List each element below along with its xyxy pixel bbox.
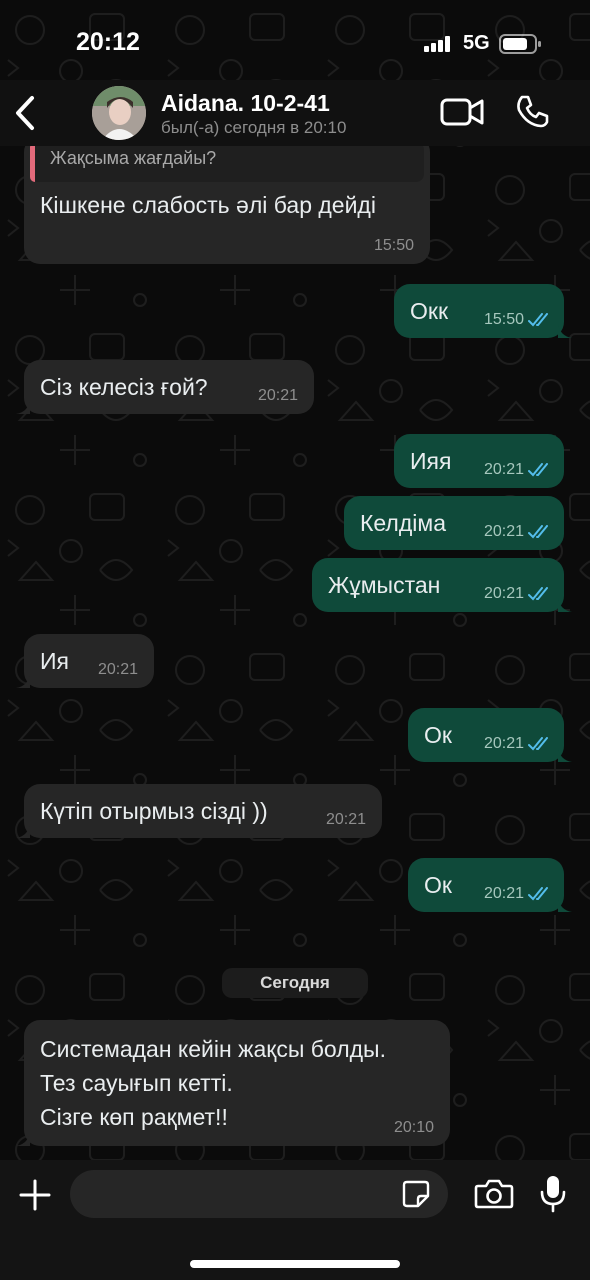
message-outgoing[interactable]: Ок 20:21 [408, 858, 572, 912]
chat-header: Aidana. 10-2-41 был(-а) сегодня в 20:10 [0, 80, 590, 146]
double-check-icon [528, 525, 548, 539]
bubble-tail [16, 674, 30, 688]
bubble-tail [558, 898, 572, 912]
message-text: Ияя [410, 448, 452, 474]
message-text: Ия [40, 648, 69, 674]
quoted-text: Жақсыма жағдайы? [50, 148, 217, 168]
bubble-tail [16, 400, 30, 414]
message-line: Сізге көп рақмет!! [40, 1104, 228, 1130]
message-outgoing[interactable]: Ияя 20:21 [394, 434, 564, 488]
bubble-tail [16, 1132, 30, 1146]
message-text: Жұмыстан [328, 572, 441, 598]
network-type: 5G [463, 32, 490, 54]
quoted-reply[interactable]: Жақсыма жағдайы? [30, 142, 424, 182]
message-text: Келдіма [360, 510, 446, 536]
bubble-tail [16, 824, 30, 838]
message-time: 20:21 [483, 461, 524, 478]
video-camera-icon[interactable] [440, 96, 484, 128]
double-check-icon [528, 587, 548, 601]
contact-last-seen: был(-а) сегодня в 20:10 [161, 118, 347, 137]
message-time: 20:21 [257, 387, 298, 404]
bubble-tail [558, 748, 572, 762]
microphone-icon[interactable] [540, 1174, 566, 1214]
message-line: Системадан кейін жақсы болды. [40, 1036, 386, 1062]
message-outgoing[interactable]: Келдіма 20:21 [344, 496, 564, 550]
message-time: 20:21 [97, 661, 138, 678]
message-time: 20:21 [483, 885, 524, 902]
message-outgoing[interactable]: Окк 15:50 [394, 284, 572, 338]
message-text: Сіз келесіз ғой? [40, 374, 208, 400]
sticker-icon[interactable] [402, 1180, 430, 1208]
battery-icon [499, 34, 541, 54]
double-check-icon [528, 463, 548, 477]
message-text: Кішкене слабость әлі бар дейді [40, 192, 376, 218]
message-outgoing[interactable]: Ок 20:21 [408, 708, 572, 762]
plus-icon[interactable] [18, 1178, 52, 1212]
message-time: 15:50 [373, 237, 414, 254]
camera-icon[interactable] [474, 1178, 514, 1210]
date-divider: Сегодня [222, 968, 368, 998]
signal-strength-icon [424, 36, 450, 52]
message-time: 20:21 [483, 585, 524, 602]
phone-icon[interactable] [514, 94, 550, 130]
status-time: 20:12 [76, 28, 140, 56]
message-incoming[interactable]: Күтіп отырмыз сізді )) 20:21 [16, 784, 382, 838]
message-outgoing[interactable]: Жұмыстан 20:21 [312, 558, 572, 612]
message-line: Тез сауығып кетті. [40, 1070, 233, 1096]
message-incoming[interactable]: Жақсыма жағдайы? Кішкене слабость әлі ба… [24, 136, 430, 264]
message-list[interactable]: Жақсыма жағдайы? Кішкене слабость әлі ба… [0, 136, 590, 1160]
contact-name[interactable]: Aidana. 10-2-41 [161, 90, 330, 117]
message-incoming[interactable]: Системадан кейін жақсы болды. Тез сауығы… [16, 1020, 450, 1146]
message-incoming[interactable]: Сіз келесіз ғой? 20:21 [16, 360, 314, 414]
message-time: 15:50 [483, 311, 524, 328]
double-check-icon [528, 887, 548, 901]
message-text: Ок [424, 722, 452, 748]
message-time: 20:21 [483, 523, 524, 540]
double-check-icon [528, 313, 548, 327]
message-incoming[interactable]: Ия 20:21 [16, 634, 154, 688]
contact-avatar[interactable] [92, 86, 146, 140]
quote-accent-bar [30, 142, 35, 182]
back-chevron-icon[interactable] [10, 94, 40, 132]
message-text: Күтіп отырмыз сізді )) [40, 798, 268, 824]
home-indicator [190, 1260, 400, 1268]
bubble-tail [558, 598, 572, 612]
message-text: Окк [410, 298, 449, 324]
message-text: Ок [424, 872, 452, 898]
double-check-icon [528, 737, 548, 751]
status-bar: 20:12 5G [0, 0, 590, 80]
message-time: 20:21 [483, 735, 524, 752]
message-input[interactable] [70, 1170, 448, 1218]
composer-bar [0, 1160, 590, 1280]
bubble-tail [558, 324, 572, 338]
message-text: Системадан кейін жақсы болды. Тез сауығы… [40, 1032, 386, 1134]
message-time: 20:21 [325, 811, 366, 828]
message-time: 20:10 [393, 1119, 434, 1136]
